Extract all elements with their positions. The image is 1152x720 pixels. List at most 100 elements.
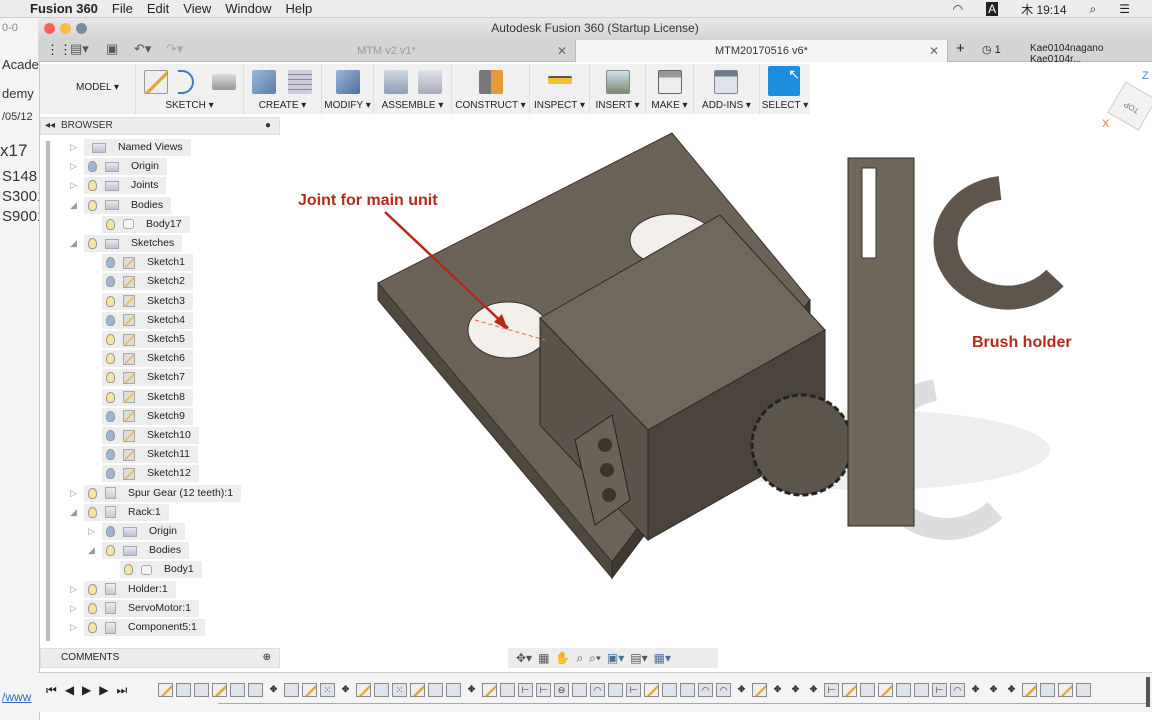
new-component-icon[interactable]: [384, 70, 408, 94]
visibility-bulb-icon[interactable]: [106, 334, 115, 345]
timeline-sketch-icon[interactable]: [878, 683, 893, 697]
timeline-joint-icon[interactable]: ✥: [1004, 683, 1019, 697]
browser-item[interactable]: Sketch4: [102, 311, 193, 329]
timeline-body-icon[interactable]: [896, 683, 911, 697]
display-settings-icon[interactable]: ▣▾: [607, 651, 624, 665]
visibility-bulb-icon[interactable]: [106, 410, 115, 422]
browser-item[interactable]: Holder:1: [84, 580, 176, 598]
redo-icon[interactable]: ↷▾: [166, 41, 183, 57]
timeline-body-icon[interactable]: [860, 683, 875, 697]
browser-item[interactable]: Component5:1: [84, 619, 205, 636]
construct-menu[interactable]: CONSTRUCT ▾: [452, 100, 529, 111]
expand-toggle[interactable]: ◢: [70, 507, 77, 518]
browser-item[interactable]: Bodies: [102, 542, 190, 560]
sketch-group[interactable]: SKETCH ▾: [136, 64, 244, 114]
menu-app[interactable]: Fusion 360: [30, 1, 98, 16]
timeline-body-icon[interactable]: [374, 683, 389, 697]
step-forward-icon[interactable]: ▶: [99, 683, 108, 698]
minimize-window-button[interactable]: [60, 23, 71, 34]
fit-icon[interactable]: ⌕▾: [589, 651, 601, 666]
spotlight-icon[interactable]: ⌕: [1090, 2, 1097, 17]
visibility-bulb-icon[interactable]: [106, 449, 115, 461]
timeline-sketch-icon[interactable]: [644, 683, 659, 697]
timeline-split-icon[interactable]: ⊢: [626, 683, 641, 697]
browser-item[interactable]: Sketch6: [102, 350, 193, 368]
make-group[interactable]: MAKE ▾: [646, 64, 694, 114]
timeline-hole-icon[interactable]: ⊖: [554, 683, 569, 697]
browser-item[interactable]: Sketch8: [102, 388, 193, 406]
job-status[interactable]: ◷ 1: [982, 43, 1001, 56]
timeline-body-icon[interactable]: [230, 683, 245, 697]
create-sketch-icon[interactable]: [144, 70, 168, 94]
3d-print-icon[interactable]: [658, 70, 682, 94]
timeline-body-icon[interactable]: [914, 683, 929, 697]
visibility-bulb-icon[interactable]: [88, 199, 97, 211]
visibility-bulb-icon[interactable]: [88, 583, 97, 595]
timeline-joint-icon[interactable]: ✥: [770, 683, 785, 697]
timeline-body-icon[interactable]: [248, 683, 263, 697]
expand-toggle[interactable]: ▷: [70, 603, 77, 614]
measure-icon[interactable]: [548, 76, 572, 84]
pin-icon[interactable]: ●: [265, 118, 271, 134]
save-icon[interactable]: ▣: [106, 41, 118, 57]
timeline-sketch-icon[interactable]: [158, 683, 173, 697]
assemble-menu[interactable]: ASSEMBLE ▾: [374, 100, 451, 111]
visibility-bulb-icon[interactable]: [106, 314, 115, 326]
menu-window[interactable]: Window: [225, 1, 271, 16]
inspect-menu[interactable]: INSPECT ▾: [530, 100, 589, 111]
menu-file[interactable]: File: [112, 1, 133, 16]
grid-settings-icon[interactable]: ▤▾: [630, 651, 647, 665]
go-to-start-icon[interactable]: ⏮: [46, 683, 57, 698]
addins-group[interactable]: ADD-INS ▾: [694, 64, 760, 114]
timeline-pattern-icon[interactable]: ⁙: [320, 683, 335, 697]
browser-item[interactable]: Rack:1: [84, 503, 169, 521]
tab-mtm-v2[interactable]: MTM v2 v1* ✕: [198, 40, 576, 62]
timeline-fillet-icon[interactable]: ◠: [950, 683, 965, 697]
visibility-bulb-icon[interactable]: [106, 257, 115, 269]
insert-image-icon[interactable]: [606, 70, 630, 94]
timeline-joint-icon[interactable]: ✥: [806, 683, 821, 697]
timeline-sketch-icon[interactable]: [482, 683, 497, 697]
comments-panel[interactable]: COMMENTS ⊕: [40, 648, 280, 668]
timeline-sketch-icon[interactable]: [212, 683, 227, 697]
timeline-sketch-icon[interactable]: [356, 683, 371, 697]
visibility-bulb-icon[interactable]: [88, 602, 97, 614]
visibility-bulb-icon[interactable]: [106, 468, 115, 480]
look-at-icon[interactable]: ▦: [538, 651, 549, 665]
timeline-sketch-icon[interactable]: [752, 683, 767, 697]
expand-toggle[interactable]: ▷: [70, 142, 77, 153]
timeline-split-icon[interactable]: ⊢: [932, 683, 947, 697]
offset-plane-icon[interactable]: [479, 70, 503, 94]
timeline-body-icon[interactable]: [1040, 683, 1055, 697]
visibility-bulb-icon[interactable]: [106, 391, 115, 403]
browser-item[interactable]: Sketch12: [102, 465, 199, 483]
timeline-marker[interactable]: [1146, 677, 1150, 707]
viewcube[interactable]: Z TOP X: [1100, 70, 1152, 140]
visibility-bulb-icon[interactable]: [106, 430, 115, 441]
visibility-bulb-icon[interactable]: [88, 622, 97, 633]
notification-icon[interactable]: ☰: [1119, 2, 1130, 16]
workspace-switcher[interactable]: MODEL ▾: [40, 64, 136, 114]
browser-item[interactable]: Body1: [120, 561, 202, 579]
browser-item[interactable]: Sketch5: [102, 331, 193, 348]
timeline-sketch-icon[interactable]: [842, 683, 857, 697]
insert-menu[interactable]: INSERT ▾: [590, 100, 645, 111]
browser-item[interactable]: Origin: [84, 158, 168, 176]
visibility-bulb-icon[interactable]: [106, 545, 115, 557]
browser-scrollbar[interactable]: [46, 141, 50, 641]
form-icon[interactable]: [288, 70, 312, 94]
visibility-bulb-icon[interactable]: [106, 526, 115, 537]
timeline-joint-icon[interactable]: ✥: [986, 683, 1001, 697]
timeline-joint-icon[interactable]: ✥: [464, 683, 479, 697]
visibility-bulb-icon[interactable]: [88, 180, 97, 192]
timeline-sketch-icon[interactable]: [410, 683, 425, 697]
visibility-bulb-icon[interactable]: [106, 372, 115, 384]
timeline-body-icon[interactable]: [608, 683, 623, 697]
timeline-body-icon[interactable]: [446, 683, 461, 697]
orbit-icon[interactable]: ✥▾: [516, 651, 532, 665]
select-icon[interactable]: ↖: [768, 66, 800, 96]
go-to-end-icon[interactable]: ⏭: [117, 683, 128, 698]
user-account[interactable]: Kae0104nagano Kae0104r...: [1030, 43, 1152, 65]
timeline-body-icon[interactable]: [1076, 683, 1091, 697]
insert-group[interactable]: INSERT ▾: [590, 64, 646, 114]
